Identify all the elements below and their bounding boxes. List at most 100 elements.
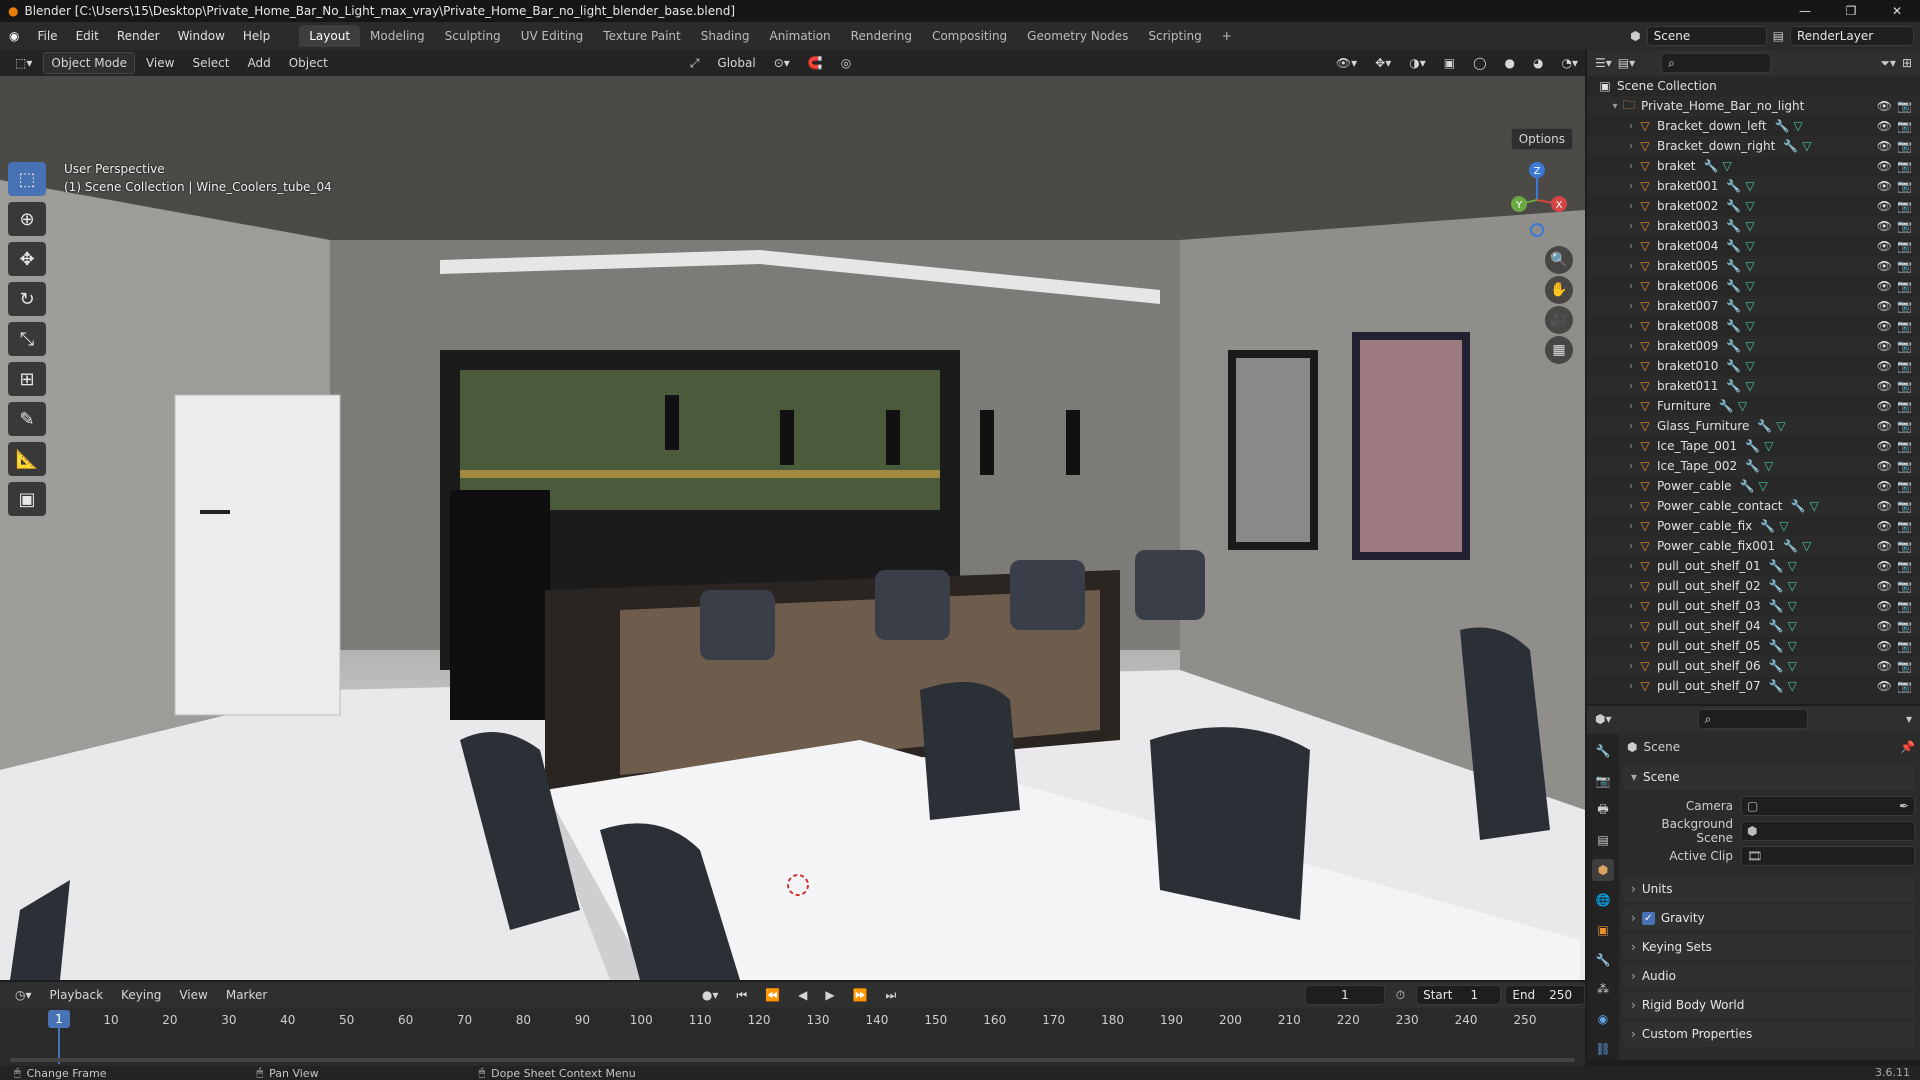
outliner-row-object[interactable]: › ▽ braket004 🔧 ▽ 👁 📷 [1587, 236, 1920, 256]
menu-render[interactable]: Render [108, 29, 169, 43]
mesh-data-icon[interactable]: ▽ [1745, 279, 1754, 293]
rotate-tool[interactable]: ↻ [8, 282, 46, 316]
transform-orientation-selector[interactable]: Global [710, 53, 762, 73]
modifier-icon[interactable]: 🔧 [1726, 219, 1741, 233]
camera-view-icon[interactable]: 🎥 [1545, 306, 1573, 334]
modifier-icon[interactable]: 🔧 [1769, 659, 1784, 673]
mesh-data-icon[interactable]: ▽ [1788, 639, 1797, 653]
clock-icon[interactable]: ⏱ [1389, 985, 1412, 1006]
mesh-data-icon[interactable]: ▽ [1745, 299, 1754, 313]
timeline-menu-view[interactable]: View [172, 985, 214, 1005]
modifier-icon[interactable]: 🔧 [1745, 439, 1760, 453]
outliner-row-object[interactable]: › ▽ Power_cable_fix 🔧 ▽ 👁 📷 [1587, 516, 1920, 536]
background-scene-field[interactable]: ⬢ [1741, 820, 1915, 841]
render-camera-icon[interactable]: 📷 [1897, 639, 1912, 653]
menu-help[interactable]: Help [234, 29, 279, 43]
timeline-scrollbar[interactable] [10, 1058, 1575, 1062]
tab-texture-paint[interactable]: Texture Paint [593, 25, 690, 47]
render-camera-icon[interactable]: 📷 [1897, 579, 1912, 593]
tab-uv-editing[interactable]: UV Editing [511, 25, 594, 47]
visibility-eye-icon[interactable]: 👁 [1877, 219, 1892, 233]
visibility-eye-icon[interactable]: 👁 [1877, 299, 1892, 313]
mesh-data-icon[interactable]: ▽ [1809, 499, 1818, 513]
shading-rendered-icon[interactable]: ◔▾ [1555, 53, 1586, 73]
output-tab-icon[interactable]: 🖶 [1592, 800, 1614, 822]
modifier-icon[interactable]: 🔧 [1783, 539, 1798, 553]
mesh-data-icon[interactable]: ▽ [1794, 119, 1803, 133]
frame-ruler[interactable]: 1102030405060708090100110120130140150160… [0, 1010, 1585, 1032]
tab-animation[interactable]: Animation [759, 25, 840, 47]
outliner-row-object[interactable]: › ▽ braket002 🔧 ▽ 👁 📷 [1587, 196, 1920, 216]
render-camera-icon[interactable]: 📷 [1897, 659, 1912, 673]
options-button[interactable]: Options [1510, 128, 1573, 150]
outliner-row-collection[interactable]: ▾ 🗀 Private_Home_Bar_no_light 👁 📷 [1587, 96, 1920, 116]
expand-arrow-icon[interactable]: ▾ [1609, 101, 1621, 112]
mesh-data-icon[interactable]: ▽ [1779, 519, 1788, 533]
modifier-icon[interactable]: 🔧 [1775, 119, 1790, 133]
expand-arrow-icon[interactable]: › [1625, 681, 1637, 692]
render-camera-icon[interactable]: 📷 [1897, 499, 1912, 513]
render-camera-icon[interactable]: 📷 [1897, 99, 1912, 113]
modifier-icon[interactable]: 🔧 [1719, 399, 1734, 413]
mesh-data-icon[interactable]: ▽ [1776, 419, 1785, 433]
render-camera-icon[interactable]: 📷 [1897, 599, 1912, 613]
render-camera-icon[interactable]: 📷 [1897, 519, 1912, 533]
modifier-icon[interactable]: 🔧 [1726, 319, 1741, 333]
mesh-data-icon[interactable]: ▽ [1788, 659, 1797, 673]
minimize-button[interactable]: — [1782, 0, 1828, 22]
snap-icon[interactable]: 🧲 [801, 53, 830, 73]
mesh-data-icon[interactable]: ▽ [1745, 239, 1754, 253]
modifier-icon[interactable]: 🔧 [1726, 359, 1741, 373]
view-layer-selector[interactable]: RenderLayer [1790, 26, 1914, 46]
transform-tool[interactable]: ⊞ [8, 362, 46, 396]
timeline-editor-icon[interactable]: ◷▾ [8, 985, 39, 1005]
outliner-row-object[interactable]: › ▽ pull_out_shelf_02 🔧 ▽ 👁 📷 [1587, 576, 1920, 596]
render-camera-icon[interactable]: 📷 [1897, 479, 1912, 493]
add-workspace-button[interactable]: + [1212, 25, 1242, 47]
viewport-menu-select[interactable]: Select [185, 53, 236, 73]
render-camera-icon[interactable]: 📷 [1897, 139, 1912, 153]
jump-end-icon[interactable]: ⏭ [879, 985, 904, 1006]
modifier-icon[interactable]: 🔧 [1726, 199, 1741, 213]
expand-arrow-icon[interactable]: › [1625, 461, 1637, 472]
outliner-row-object[interactable]: › ▽ Power_cable_contact 🔧 ▽ 👁 📷 [1587, 496, 1920, 516]
modifier-icon[interactable]: 🔧 [1790, 499, 1805, 513]
scene-panel-header[interactable]: ▾ Scene [1623, 764, 1915, 790]
tool-tab-icon[interactable]: 🔧 [1592, 740, 1614, 762]
units-panel-header[interactable]: › Units [1623, 876, 1915, 902]
outliner-row-object[interactable]: › ▽ Bracket_down_right 🔧 ▽ 👁 📷 [1587, 136, 1920, 156]
viewport-menu-add[interactable]: Add [240, 53, 277, 73]
visibility-eye-icon[interactable]: 👁 [1877, 499, 1892, 513]
current-frame-field[interactable]: 1 [1305, 985, 1385, 1005]
mesh-data-icon[interactable]: ▽ [1788, 579, 1797, 593]
blender-menu-icon[interactable]: ◉ [0, 29, 28, 43]
proportional-edit-icon[interactable]: ◎ [834, 53, 858, 73]
mesh-data-icon[interactable]: ▽ [1764, 459, 1773, 473]
mesh-data-icon[interactable]: ▽ [1759, 479, 1768, 493]
visibility-eye-icon[interactable]: 👁 [1877, 399, 1892, 413]
modifier-icon[interactable]: 🔧 [1726, 279, 1741, 293]
mesh-data-icon[interactable]: ▽ [1788, 679, 1797, 693]
overlay-toggle-icon[interactable]: ◑▾ [1402, 53, 1433, 73]
custom-properties-panel-header[interactable]: › Custom Properties [1623, 1021, 1915, 1047]
outliner-row-object[interactable]: › ▽ pull_out_shelf_04 🔧 ▽ 👁 📷 [1587, 616, 1920, 636]
mesh-data-icon[interactable]: ▽ [1745, 179, 1754, 193]
expand-arrow-icon[interactable]: › [1625, 501, 1637, 512]
outliner-row-object[interactable]: › ▽ braket003 🔧 ▽ 👁 📷 [1587, 216, 1920, 236]
gravity-checkbox[interactable]: ✓ [1641, 911, 1655, 925]
modifier-icon[interactable]: 🔧 [1769, 619, 1784, 633]
modifier-icon[interactable]: 🔧 [1726, 299, 1741, 313]
move-tool[interactable]: ✥ [8, 242, 46, 276]
active-clip-field[interactable]: 🎞 [1741, 845, 1915, 866]
render-camera-icon[interactable]: 📷 [1897, 439, 1912, 453]
render-camera-icon[interactable]: 📷 [1897, 339, 1912, 353]
outliner-row-root[interactable]: ▣ Scene Collection [1587, 76, 1920, 96]
visibility-eye-icon[interactable]: 👁 [1877, 599, 1892, 613]
outliner-row-object[interactable]: › ▽ pull_out_shelf_01 🔧 ▽ 👁 📷 [1587, 556, 1920, 576]
expand-arrow-icon[interactable]: › [1625, 521, 1637, 532]
outliner-row-object[interactable]: › ▽ braket005 🔧 ▽ 👁 📷 [1587, 256, 1920, 276]
constraints-tab-icon[interactable]: ⛓ [1592, 1038, 1614, 1060]
outliner-row-object[interactable]: › ▽ Furniture 🔧 ▽ 👁 📷 [1587, 396, 1920, 416]
mesh-data-icon[interactable]: ▽ [1745, 199, 1754, 213]
tab-scripting[interactable]: Scripting [1138, 25, 1211, 47]
